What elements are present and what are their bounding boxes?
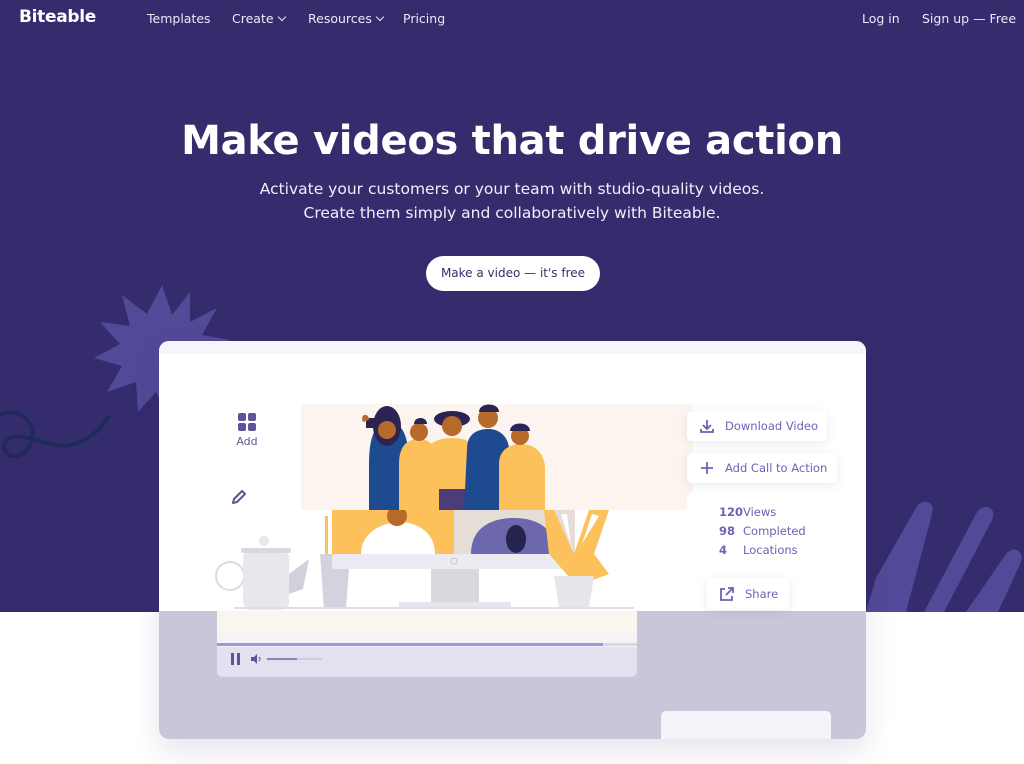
nav-templates[interactable]: Templates [147,11,211,26]
nav-create-label: Create [232,11,274,26]
signup-link[interactable]: Sign up — Free [922,11,1016,26]
volume-slider[interactable] [267,658,322,660]
nav-resources[interactable]: Resources [308,11,385,26]
video-player-controls [217,611,637,677]
hero-subline-2: Create them simply and collaboratively w… [303,204,721,222]
monitor-illustration [332,506,575,608]
plant-illustration [544,510,609,607]
chevron-down-icon [375,12,385,22]
download-video-button[interactable]: Download Video [687,411,827,441]
progress-fill [217,643,604,646]
bottom-card [661,711,831,739]
add-call-to-action-button[interactable]: Add Call to Action [687,453,837,483]
teapot-illustration [215,536,309,610]
plus-icon [701,462,713,474]
nav-pricing[interactable]: Pricing [403,11,445,26]
page-headline: Make videos that drive action [181,118,843,164]
share-button[interactable]: Share [707,578,789,610]
share-icon [720,587,734,601]
make-video-button[interactable]: Make a video — it's free [426,256,600,291]
scribble-decoration [866,501,1022,612]
squiggle-decoration [0,410,110,459]
biteable-logo[interactable]: Biteable [19,7,96,27]
share-label: Share [745,587,779,601]
download-video-label: Download Video [725,419,819,433]
progress-bar[interactable] [217,643,637,646]
video-stats-card: 120Views 98 Completed 4 Locations [687,493,837,585]
nav-create[interactable]: Create [232,11,286,26]
nav-pricing-label: Pricing [403,11,446,26]
chevron-down-icon [277,12,286,22]
pause-icon[interactable] [231,653,241,665]
stat-views: 120Views [719,505,777,519]
top-nav: Biteable Templates Create Resources Pric… [0,0,1024,38]
nav-resources-label: Resources [308,11,372,26]
shelf-line [234,607,634,609]
stat-completed: 98 Completed [719,524,806,538]
nav-templates-label: Templates [147,11,211,26]
volume-icon[interactable] [251,654,263,664]
hero-subline-1: Activate your customers or your team wit… [259,180,765,198]
volume-fill [267,658,298,660]
download-icon [700,420,714,433]
group-of-people-illustration [362,404,545,510]
stat-locations: 4 Locations [719,543,798,557]
editor-preview-window: Add 120Views 98 Completed 4 Locations Do… [159,341,866,739]
video-scene-illustration [215,404,634,610]
add-call-to-action-label: Add Call to Action [725,461,828,475]
login-link[interactable]: Log in [862,11,900,26]
window-topbar [159,341,866,354]
